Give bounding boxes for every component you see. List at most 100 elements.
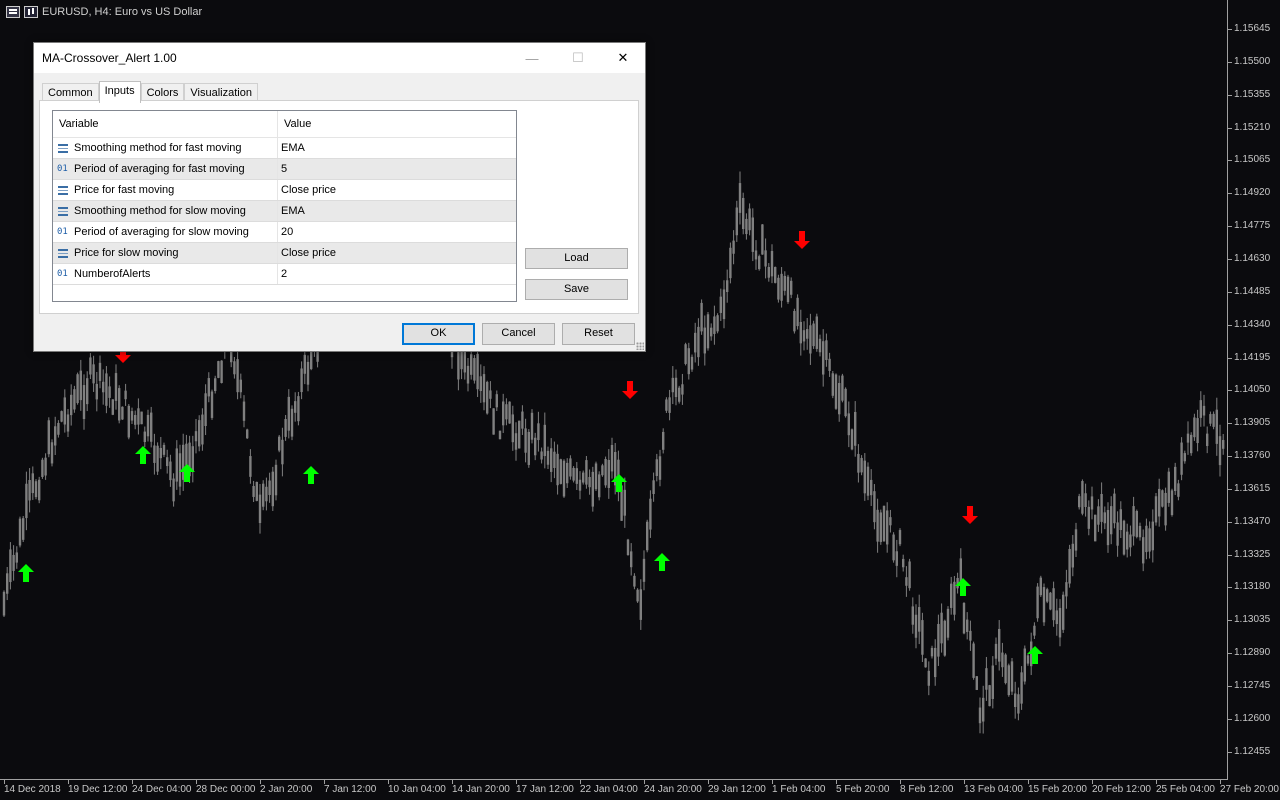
chart-menu-icon[interactable]	[6, 6, 20, 18]
candle-body	[770, 251, 774, 277]
candle-body	[476, 353, 479, 390]
value-cell[interactable]: EMA	[278, 201, 510, 221]
reset-button[interactable]: Reset	[562, 323, 635, 345]
candle-body	[652, 480, 655, 495]
candle-body	[601, 465, 604, 476]
candle-body	[76, 374, 79, 404]
resize-grip-icon[interactable]	[636, 342, 644, 350]
maximize-icon: ☐	[572, 50, 584, 65]
candle-body	[242, 401, 246, 421]
candle-body	[1007, 665, 1010, 696]
candle-body	[178, 453, 182, 487]
candle-body	[1158, 488, 1161, 517]
candle-body	[1106, 510, 1110, 546]
candle-body	[495, 394, 498, 408]
candle-body	[969, 630, 972, 641]
candle-body	[278, 436, 281, 451]
table-row[interactable]: 01 Period of averaging for slow moving 20	[53, 222, 516, 243]
time-tick	[4, 780, 5, 784]
candle-body	[1042, 587, 1046, 623]
candle-body	[159, 447, 162, 459]
value-cell[interactable]: EMA	[278, 138, 510, 158]
price-label: 1.13615	[1234, 482, 1271, 494]
candle-body	[108, 386, 111, 398]
candle-body	[1193, 417, 1196, 438]
header-variable[interactable]: Variable	[53, 111, 278, 137]
grid-rows: Smoothing method for fast moving EMA 01 Per…	[53, 138, 516, 285]
close-button[interactable]: ✕	[600, 43, 646, 73]
time-label: 29 Jan 12:00	[708, 784, 766, 795]
price-tick	[1228, 160, 1232, 162]
candle-body	[1020, 672, 1023, 704]
dialog-title: MA-Crossover_Alert 1.00	[42, 51, 177, 65]
candle-body	[1202, 405, 1206, 416]
candle-body	[610, 444, 614, 472]
price-label: 1.14920	[1234, 187, 1271, 199]
inputs-grid[interactable]: Variable Value Smoothing method for fast…	[52, 110, 517, 302]
time-label: 13 Feb 04:00	[964, 784, 1023, 795]
candle-body	[1036, 586, 1039, 619]
header-value[interactable]: Value	[278, 111, 510, 137]
candle-body	[908, 561, 911, 589]
candle-body	[249, 456, 252, 477]
price-tick	[1228, 29, 1232, 30]
candle-body	[882, 505, 886, 542]
table-row[interactable]: 01 Period of averaging for fast moving 5	[53, 159, 516, 180]
candle-body	[966, 619, 969, 632]
price-label: 1.12890	[1234, 647, 1271, 659]
variable-label: Smoothing method for fast moving	[74, 142, 242, 154]
value-cell[interactable]: 5	[278, 159, 510, 179]
candle-body	[82, 385, 86, 420]
value-cell[interactable]: Close price	[278, 243, 510, 263]
table-row[interactable]: Price for slow moving Close price	[53, 243, 516, 264]
chart-properties-icon[interactable]	[24, 6, 38, 18]
table-row[interactable]: Smoothing method for slow moving EMA	[53, 201, 516, 222]
candle-body	[783, 275, 786, 291]
cancel-button[interactable]: Cancel	[482, 323, 555, 345]
variable-cell: 01 Period of averaging for slow moving	[53, 222, 278, 242]
candle-body	[902, 558, 905, 568]
time-label: 8 Feb 12:00	[900, 784, 954, 795]
value-cell[interactable]: 20	[278, 222, 510, 242]
table-row[interactable]: Price for fast moving Close price	[53, 180, 516, 201]
time-tick	[68, 780, 69, 784]
value-cell[interactable]: Close price	[278, 180, 510, 200]
load-button[interactable]: Load	[525, 248, 628, 269]
dialog-titlebar[interactable]: MA-Crossover_Alert 1.00 — ☐ ✕	[34, 43, 645, 73]
candle-body	[748, 208, 751, 231]
candle-body	[121, 406, 124, 420]
time-tick	[324, 780, 325, 784]
value-cell[interactable]: 2	[278, 264, 510, 284]
candle-body	[623, 489, 626, 516]
candle-body	[1010, 661, 1014, 692]
candle-body	[153, 445, 156, 463]
candle-body	[518, 420, 521, 449]
candle-body	[962, 602, 966, 634]
price-tick	[1228, 587, 1232, 589]
table-row[interactable]: Smoothing method for fast moving EMA	[53, 138, 516, 159]
candle-body	[1046, 589, 1049, 602]
close-icon: ✕	[617, 50, 629, 65]
candle-body	[1071, 543, 1074, 568]
save-button[interactable]: Save	[525, 279, 628, 300]
candle-body	[1103, 512, 1106, 524]
ok-button[interactable]: OK	[402, 323, 475, 345]
minimize-button[interactable]: —	[509, 43, 555, 73]
tab-inputs[interactable]: Inputs	[98, 81, 141, 103]
candle-body	[873, 491, 876, 523]
candle-body	[1148, 528, 1151, 552]
candle-body	[1084, 493, 1087, 508]
price-tick	[1228, 423, 1232, 425]
candle-body	[1209, 414, 1212, 424]
candle-body	[143, 431, 146, 442]
maximize-button[interactable]: ☐	[555, 43, 601, 73]
candle-body	[70, 394, 73, 416]
candle-body	[540, 451, 543, 460]
candle-body	[1151, 521, 1154, 551]
candle-body	[889, 517, 892, 526]
table-row[interactable]: 01 NumberofAlerts 2	[53, 264, 516, 285]
candle-body	[265, 486, 268, 502]
time-tick	[132, 780, 133, 784]
list-icon	[57, 205, 69, 217]
price-label: 1.13035	[1234, 614, 1271, 626]
